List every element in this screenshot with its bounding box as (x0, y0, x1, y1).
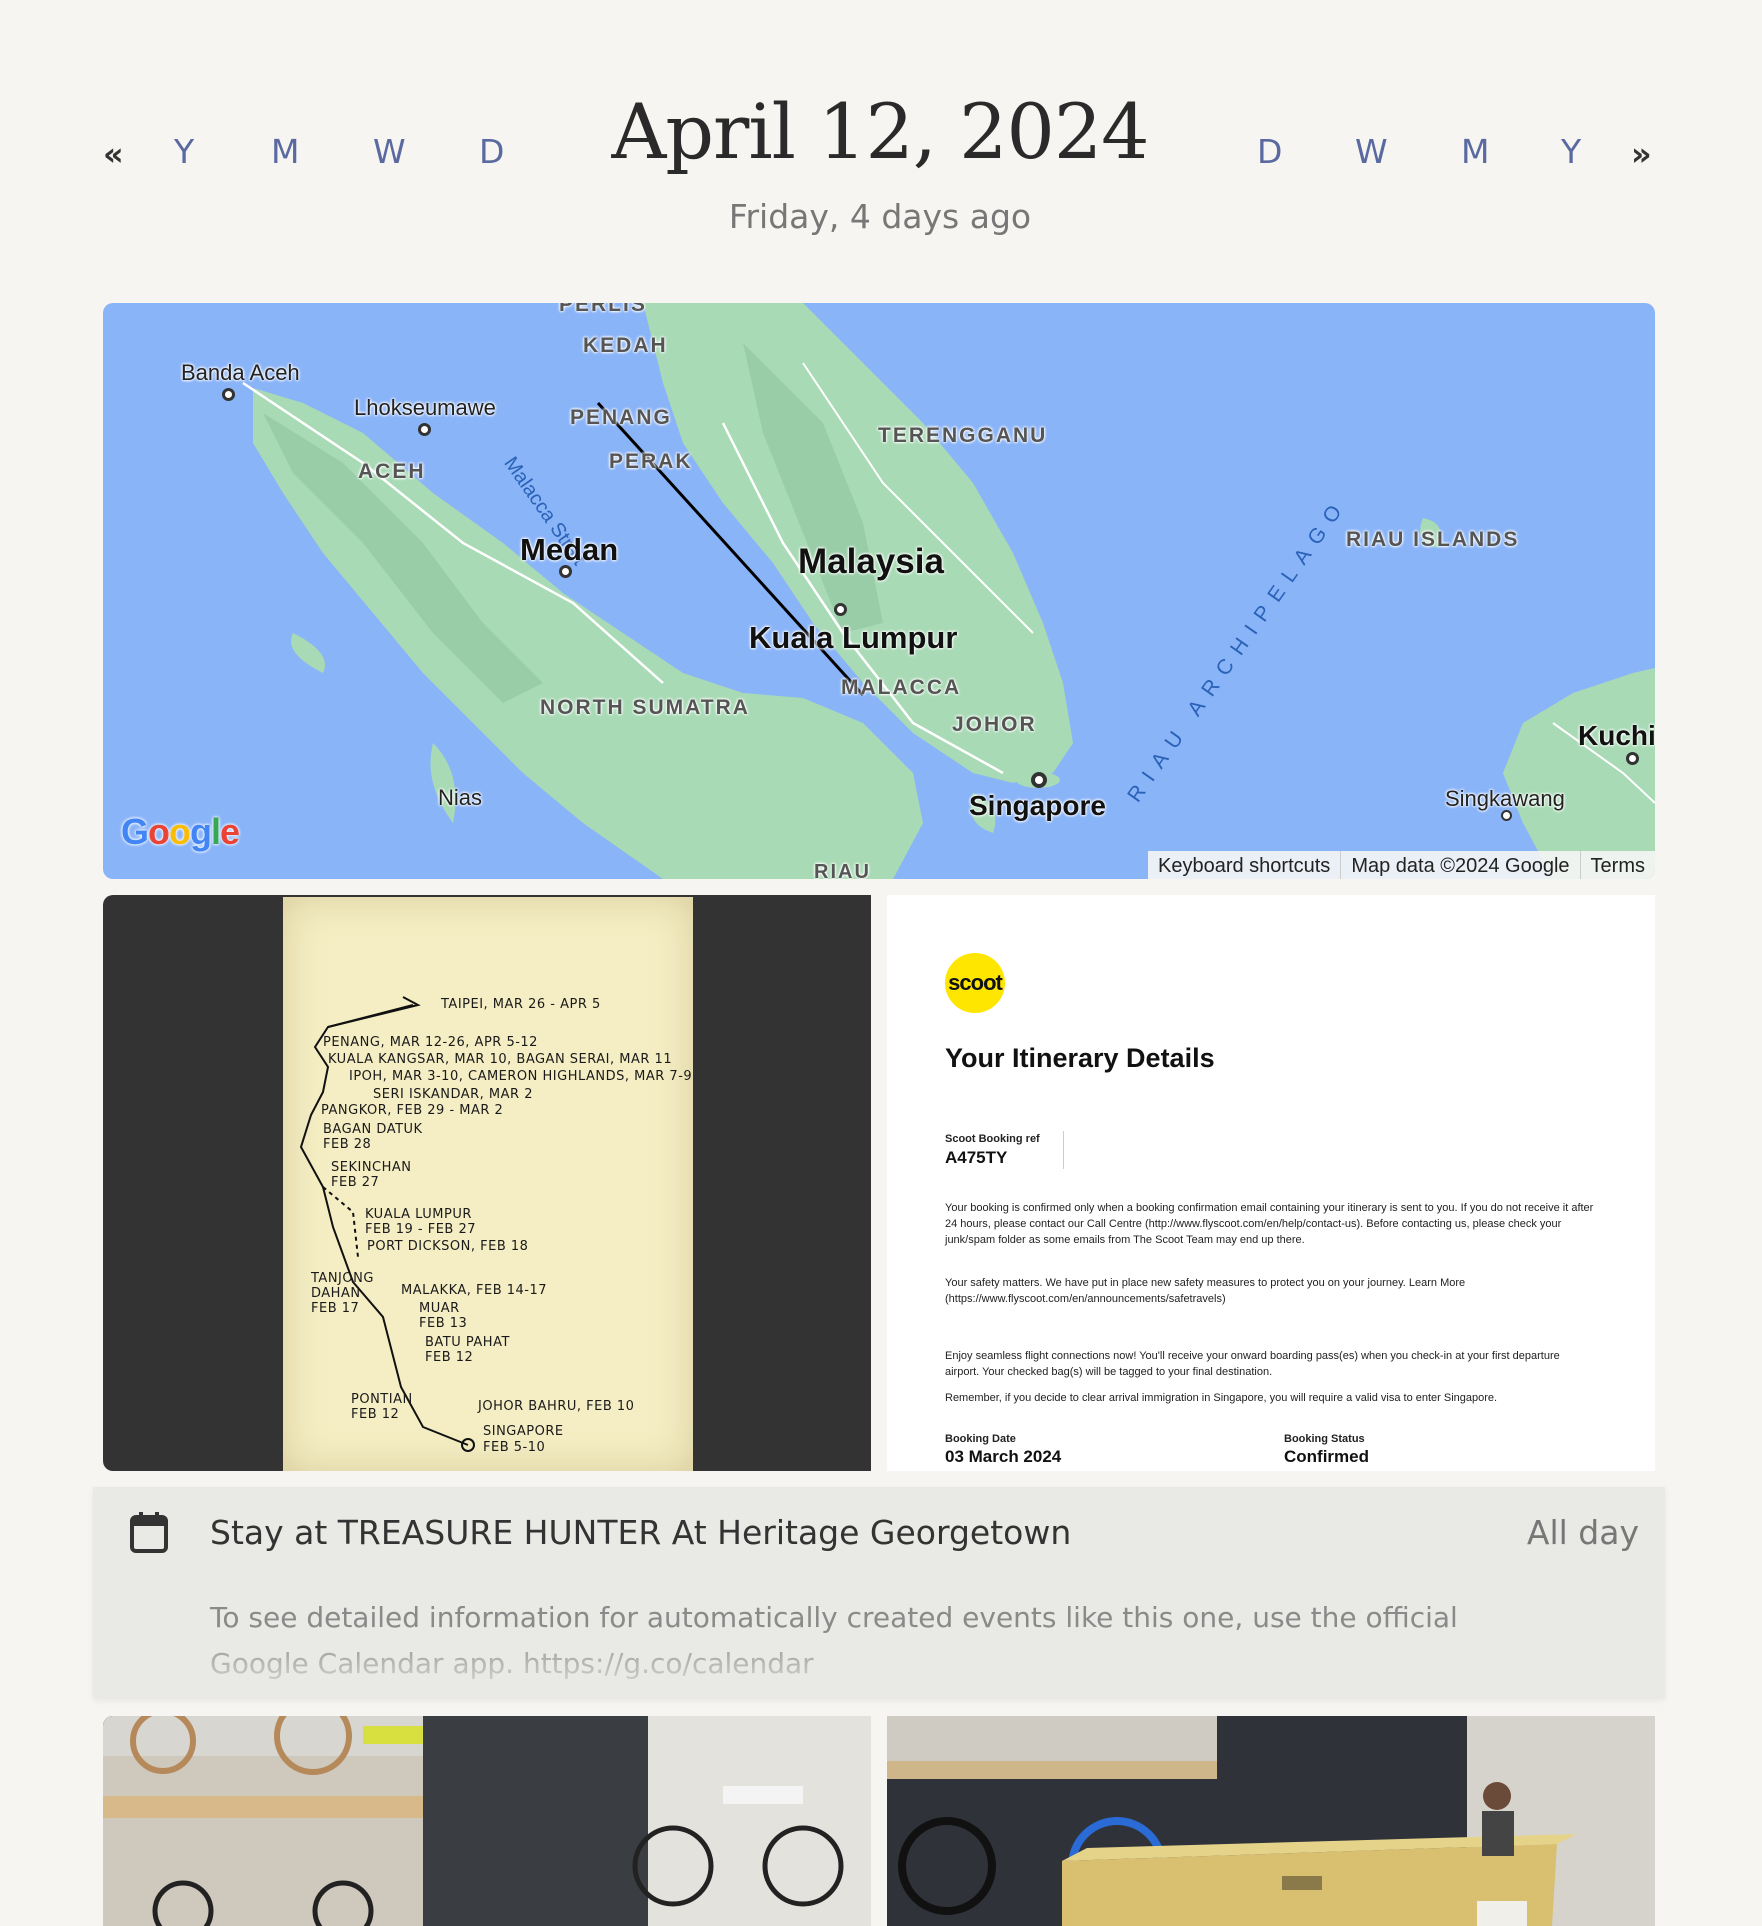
note-entry: PORT DICKSON, FEB 18 (367, 1239, 529, 1254)
note-entry: FEB 28 (323, 1137, 372, 1152)
prev-arrow[interactable]: « (103, 134, 124, 174)
map-label-nias: Nias (438, 785, 483, 810)
note-entry: FEB 13 (419, 1316, 468, 1331)
route-map[interactable]: PERLIS KEDAH Banda Aceh Lhokseumawe Mala… (103, 303, 1655, 879)
terms-link[interactable]: Terms (1579, 851, 1655, 879)
map-terrain (242, 303, 1655, 879)
event-title: Stay at TREASURE HUNTER At Heritage Geor… (210, 1513, 1072, 1552)
booking-status-value: Confirmed (1284, 1447, 1369, 1466)
booking-ref-value: A475TY (945, 1148, 1008, 1167)
keyboard-shortcuts-link[interactable]: Keyboard shortcuts (1148, 851, 1340, 879)
note-entry: PENANG, MAR 12-26, APR 5-12 (323, 1035, 538, 1050)
map-label-perak: PERAK (609, 450, 693, 473)
map-marker-kuala-lumpur (834, 603, 847, 616)
nav-next-day[interactable]: D (1257, 132, 1282, 172)
divider (1063, 1131, 1064, 1169)
map-data-attribution[interactable]: Map data ©2024 Google (1340, 851, 1579, 879)
map-label-north-sumatra: NORTH SUMATRA (540, 696, 750, 719)
note-entry: DAHAN (311, 1286, 361, 1301)
note-entry: FEB 12 (425, 1350, 474, 1365)
itinerary-paragraph: Enjoy seamless flight connections now! Y… (945, 1350, 1560, 1378)
map-label-banda-aceh: Banda Aceh (181, 360, 300, 385)
note-entry: MUAR (419, 1301, 460, 1316)
map-label-malaysia: Malaysia (798, 542, 944, 581)
note-entry: FEB 12 (351, 1407, 400, 1422)
bike-shop-photo[interactable] (103, 1716, 871, 1926)
map-marker-kuching (1626, 752, 1639, 765)
notebook-photo[interactable]: TAIPEI, MAR 26 - APR 5 PENANG, MAR 12-26… (103, 895, 871, 1471)
note-entry: KUALA LUMPUR (365, 1207, 472, 1222)
note-entry: BATU PAHAT (425, 1335, 510, 1350)
map-label-singapore: Singapore (969, 790, 1106, 821)
note-entry: MALAKKA, FEB 14-17 (401, 1283, 548, 1298)
nav-next-month[interactable]: M (1461, 132, 1489, 172)
note-entry: TAIPEI, MAR 26 - APR 5 (441, 997, 601, 1012)
note-entry: FEB 5-10 (483, 1440, 546, 1455)
notebook-page: TAIPEI, MAR 26 - APR 5 PENANG, MAR 12-26… (283, 897, 693, 1471)
map-label-lhokseumawe: Lhokseumawe (354, 395, 496, 420)
nav-prev-week[interactable]: W (373, 132, 406, 172)
map-label-penang: PENANG (570, 406, 672, 429)
map-label-perlis: PERLIS (559, 303, 647, 316)
nav-prev-day[interactable]: D (479, 132, 504, 172)
calendar-icon (130, 1512, 168, 1553)
note-entry: BAGAN DATUK (323, 1122, 423, 1137)
map-label-kedah: KEDAH (583, 334, 668, 357)
nav-next-week[interactable]: W (1355, 132, 1388, 172)
map-label-terengganu: TERENGGANU (878, 424, 1048, 447)
calendar-event-card[interactable]: Stay at TREASURE HUNTER At Heritage Geor… (93, 1487, 1665, 1699)
itinerary-paragraph: Your booking is confirmed only when a bo… (945, 1202, 1594, 1246)
map-label-johor: JOHOR (952, 713, 1037, 736)
map-marker-medan (559, 565, 572, 578)
note-entry: KUALA KANGSAR, MAR 10, BAGAN SERAI, MAR … (328, 1052, 673, 1067)
map-label-aceh: ACEH (358, 460, 426, 483)
booking-status-label: Booking Status (1284, 1433, 1365, 1445)
map-label-riau: RIAU (814, 861, 871, 879)
google-logo[interactable]: Google (121, 811, 240, 853)
map-label-kuala-lumpur: Kuala Lumpur (749, 620, 958, 655)
map-label-singkawang: Singkawang (1445, 786, 1565, 811)
itinerary-document[interactable]: scoot Your Itinerary Details Scoot Booki… (887, 895, 1655, 1471)
bike-shop-photo[interactable] (887, 1716, 1655, 1926)
map-marker-banda-aceh (222, 388, 235, 401)
map-label-malacca: MALACCA (841, 676, 962, 699)
note-entry: JOHOR BAHRU, FEB 10 (478, 1399, 635, 1414)
nav-prev-year[interactable]: Y (174, 132, 194, 172)
note-entry: SEKINCHAN (331, 1160, 412, 1175)
nav-next-year[interactable]: Y (1561, 132, 1581, 172)
itinerary-paragraph: Remember, if you decide to clear arrival… (945, 1392, 1498, 1404)
booking-date-label: Booking Date (945, 1433, 1016, 1445)
note-entry: PANGKOR, FEB 29 - MAR 2 (321, 1103, 504, 1118)
map-label-medan: Medan (520, 532, 619, 567)
map-marker-lhokseumawe (418, 423, 431, 436)
note-entry: SINGAPORE (483, 1424, 564, 1439)
booking-ref-label: Scoot Booking ref (945, 1133, 1040, 1145)
itinerary-title: Your Itinerary Details (945, 1043, 1215, 1073)
page-subtitle: Friday, 4 days ago (728, 197, 1032, 236)
note-entry: PONTIAN (351, 1392, 413, 1407)
itinerary-paragraph: Your safety matters. We have put in plac… (945, 1277, 1466, 1305)
bike-shop-scene (103, 1716, 871, 1926)
note-entry: TANJONG (311, 1271, 374, 1286)
map-marker-singkawang (1501, 810, 1512, 821)
map-label-riau-islands: RIAU ISLANDS (1346, 528, 1520, 551)
nav-prev-month[interactable]: M (271, 132, 299, 172)
map-label-kuching: Kuchin (1578, 720, 1655, 751)
note-entry: SERI ISKANDAR, MAR 2 (373, 1087, 533, 1102)
bike-box-scene (887, 1716, 1655, 1926)
description-fade (93, 1629, 1665, 1699)
page-title: April 12, 2024 (611, 87, 1149, 176)
next-arrow[interactable]: » (1631, 134, 1652, 174)
date-header: « Y M W D April 12, 2024 Friday, 4 days … (0, 0, 1762, 290)
map-marker-singapore (1031, 772, 1047, 788)
map-footer: Keyboard shortcuts Map data ©2024 Google… (1147, 851, 1655, 879)
note-entry: FEB 27 (331, 1175, 380, 1190)
scoot-logo: scoot (945, 953, 1005, 1013)
note-entry: FEB 17 (311, 1301, 360, 1316)
note-entry: FEB 19 - FEB 27 (365, 1222, 477, 1237)
event-time: All day (1526, 1513, 1639, 1552)
note-entry: IPOH, MAR 3-10, CAMERON HIGHLANDS, MAR 7… (349, 1069, 693, 1084)
booking-date-value: 03 March 2024 (945, 1447, 1062, 1466)
